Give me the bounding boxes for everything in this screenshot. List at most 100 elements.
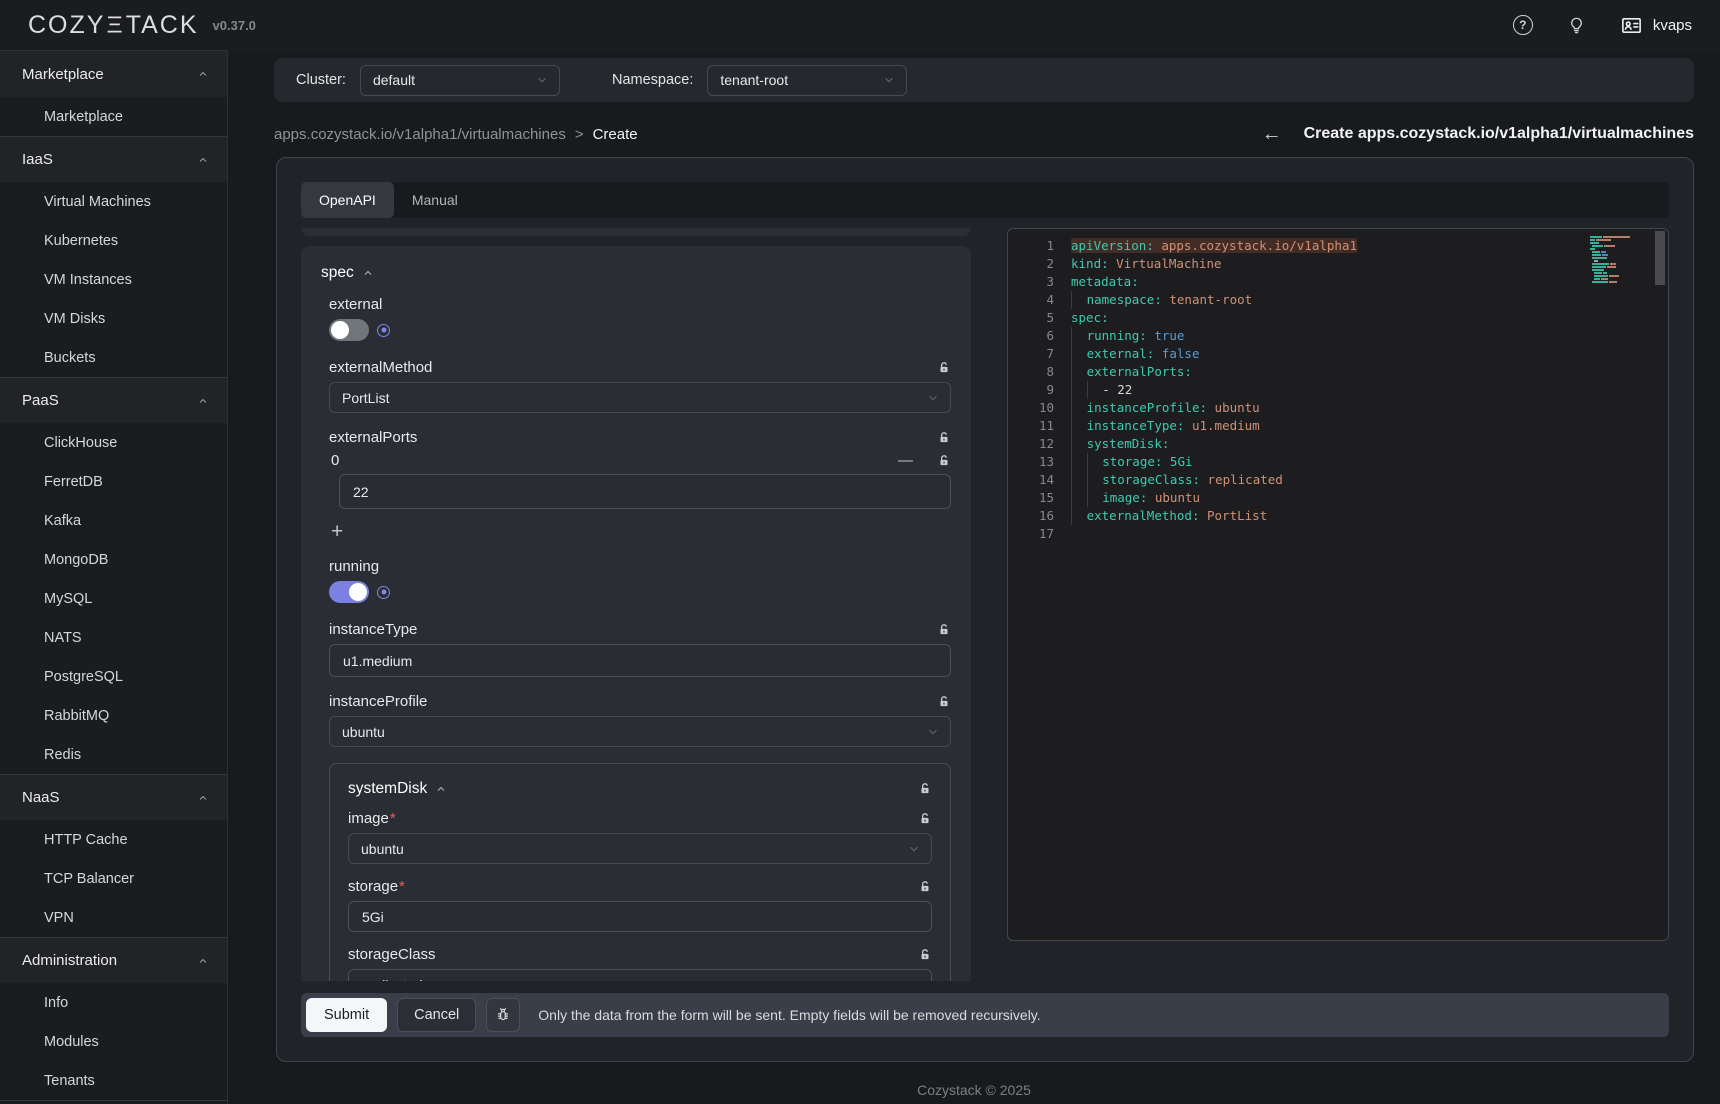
- bug-icon: [494, 1006, 512, 1024]
- sidebar-item-info[interactable]: Info: [0, 983, 227, 1022]
- sidebar-section-paas[interactable]: PaaS: [0, 377, 227, 423]
- page-title: Create apps.cozystack.io/v1alpha1/virtua…: [1304, 125, 1694, 143]
- debug-button[interactable]: [486, 998, 520, 1032]
- unlock-icon[interactable]: [918, 880, 932, 894]
- sidebar-item-marketplace[interactable]: Marketplace: [0, 97, 227, 136]
- default-value-icon[interactable]: [377, 324, 390, 337]
- chevron-up-icon: [197, 955, 209, 967]
- sidebar-item-modules[interactable]: Modules: [0, 1022, 227, 1061]
- unlock-icon[interactable]: [918, 812, 932, 826]
- default-value-icon[interactable]: [377, 586, 390, 599]
- externalPorts-0-input[interactable]: [339, 474, 951, 509]
- sidebar-item-buckets[interactable]: Buckets: [0, 338, 227, 377]
- sidebar-item-ferretdb[interactable]: FerretDB: [0, 462, 227, 501]
- editor-minimap[interactable]: [1590, 236, 1646, 287]
- running-toggle[interactable]: [329, 581, 369, 603]
- cluster-select-value: default: [373, 72, 415, 88]
- editor-line: 9- 22: [1008, 381, 1668, 399]
- help-button[interactable]: ?: [1513, 15, 1533, 35]
- sidebar-item-vpn[interactable]: VPN: [0, 898, 227, 937]
- cozystack-logo[interactable]: COZYΞTACK: [28, 11, 199, 40]
- sidebar-item-mongodb[interactable]: MongoDB: [0, 540, 227, 579]
- editor-line: 1apiVersion: apps.cozystack.io/v1alpha1: [1008, 237, 1668, 255]
- sidebar-item-virtual-machines[interactable]: Virtual Machines: [0, 182, 227, 221]
- sidebar-item-http-cache[interactable]: HTTP Cache: [0, 820, 227, 859]
- instanceProfile-select[interactable]: ubuntu: [329, 716, 951, 747]
- unlock-icon[interactable]: [918, 948, 932, 962]
- form-scroll-area[interactable]: spec external externalMethod: [301, 228, 971, 981]
- tab-manual[interactable]: Manual: [394, 182, 476, 218]
- breadcrumb-separator: >: [575, 126, 584, 143]
- sidebar-section-marketplace[interactable]: Marketplace: [0, 51, 227, 97]
- cancel-button[interactable]: Cancel: [397, 998, 476, 1032]
- storage-label: storage*: [348, 878, 405, 895]
- tab-openapi[interactable]: OpenAPI: [301, 182, 394, 218]
- editor-line: 17: [1008, 525, 1668, 543]
- editor-line: 3metadata:: [1008, 273, 1668, 291]
- editor-line: 12systemDisk:: [1008, 435, 1668, 453]
- sidebar-item-mysql[interactable]: MySQL: [0, 579, 227, 618]
- unlock-icon[interactable]: [937, 623, 951, 637]
- chevron-down-icon: [926, 725, 940, 739]
- sidebar-section-label: Administration: [22, 952, 117, 969]
- add-item-button[interactable]: +: [331, 521, 349, 542]
- systemDisk-section-toggle[interactable]: systemDisk: [348, 780, 447, 798]
- image-select[interactable]: ubuntu: [348, 833, 932, 864]
- sidebar-item-rabbitmq[interactable]: RabbitMQ: [0, 696, 227, 735]
- sidebar-section-label: NaaS: [22, 789, 60, 806]
- image-label: image*: [348, 810, 396, 827]
- cluster-select[interactable]: default: [360, 65, 560, 96]
- chevron-up-icon: [197, 395, 209, 407]
- user-menu[interactable]: kvaps: [1620, 14, 1692, 37]
- spec-section-toggle[interactable]: spec: [321, 264, 951, 282]
- unlock-icon[interactable]: [937, 454, 951, 468]
- sidebar-item-tcp-balancer[interactable]: TCP Balancer: [0, 859, 227, 898]
- sidebar-section-iaas[interactable]: IaaS: [0, 136, 227, 182]
- sidebar-item-vm-disks[interactable]: VM Disks: [0, 299, 227, 338]
- sidebar-item-postgresql[interactable]: PostgreSQL: [0, 657, 227, 696]
- externalMethod-select[interactable]: PortList: [329, 382, 951, 413]
- yaml-editor[interactable]: 1apiVersion: apps.cozystack.io/v1alpha12…: [1007, 228, 1669, 941]
- external-label: external: [329, 296, 382, 313]
- sidebar-item-nats[interactable]: NATS: [0, 618, 227, 657]
- editor-line: 8externalPorts:: [1008, 363, 1668, 381]
- sidebar-section-naas[interactable]: NaaS: [0, 774, 227, 820]
- submit-button[interactable]: Submit: [306, 998, 387, 1032]
- theme-toggle-button[interactable]: [1567, 16, 1586, 35]
- sidebar-item-redis[interactable]: Redis: [0, 735, 227, 774]
- chevron-up-icon: [197, 792, 209, 804]
- breadcrumb-row: apps.cozystack.io/v1alpha1/virtualmachin…: [274, 122, 1694, 146]
- external-toggle[interactable]: [329, 319, 369, 341]
- editor-scrollbar[interactable]: [1655, 231, 1665, 285]
- sidebar-item-kafka[interactable]: Kafka: [0, 501, 227, 540]
- namespace-select[interactable]: tenant-root: [707, 65, 907, 96]
- breadcrumb-path[interactable]: apps.cozystack.io/v1alpha1/virtualmachin…: [274, 126, 566, 143]
- storageClass-input[interactable]: [348, 969, 932, 981]
- cluster-label: Cluster:: [296, 72, 346, 88]
- sidebar-item-vm-instances[interactable]: VM Instances: [0, 260, 227, 299]
- required-mark: *: [399, 878, 405, 895]
- sidebar-item-tenants[interactable]: Tenants: [0, 1061, 227, 1100]
- required-mark: *: [390, 810, 396, 827]
- unlock-icon[interactable]: [937, 361, 951, 375]
- remove-item-button[interactable]: —: [898, 453, 913, 468]
- sidebar-item-kubernetes[interactable]: Kubernetes: [0, 221, 227, 260]
- back-button[interactable]: ←: [1262, 124, 1282, 144]
- spec-panel: spec external externalMethod: [301, 246, 971, 981]
- sidebar-divider: [0, 1100, 227, 1101]
- unlock-icon[interactable]: [937, 695, 951, 709]
- logo-text-2: TACK: [126, 11, 199, 40]
- sidebar-item-clickhouse[interactable]: ClickHouse: [0, 423, 227, 462]
- editor-line: 15image: ubuntu: [1008, 489, 1668, 507]
- unlock-icon[interactable]: [918, 782, 932, 796]
- image-value: ubuntu: [361, 841, 404, 857]
- storage-input[interactable]: [348, 901, 932, 932]
- sidebar-section-administration[interactable]: Administration: [0, 937, 227, 983]
- instanceType-input[interactable]: [329, 644, 951, 677]
- chevron-down-icon: [907, 842, 921, 856]
- chevron-up-icon: [197, 68, 209, 80]
- unlock-icon[interactable]: [937, 431, 951, 445]
- chevron-up-icon: [197, 154, 209, 166]
- breadcrumb-current: Create: [593, 126, 638, 143]
- scrolled-panel-edge: [301, 228, 971, 236]
